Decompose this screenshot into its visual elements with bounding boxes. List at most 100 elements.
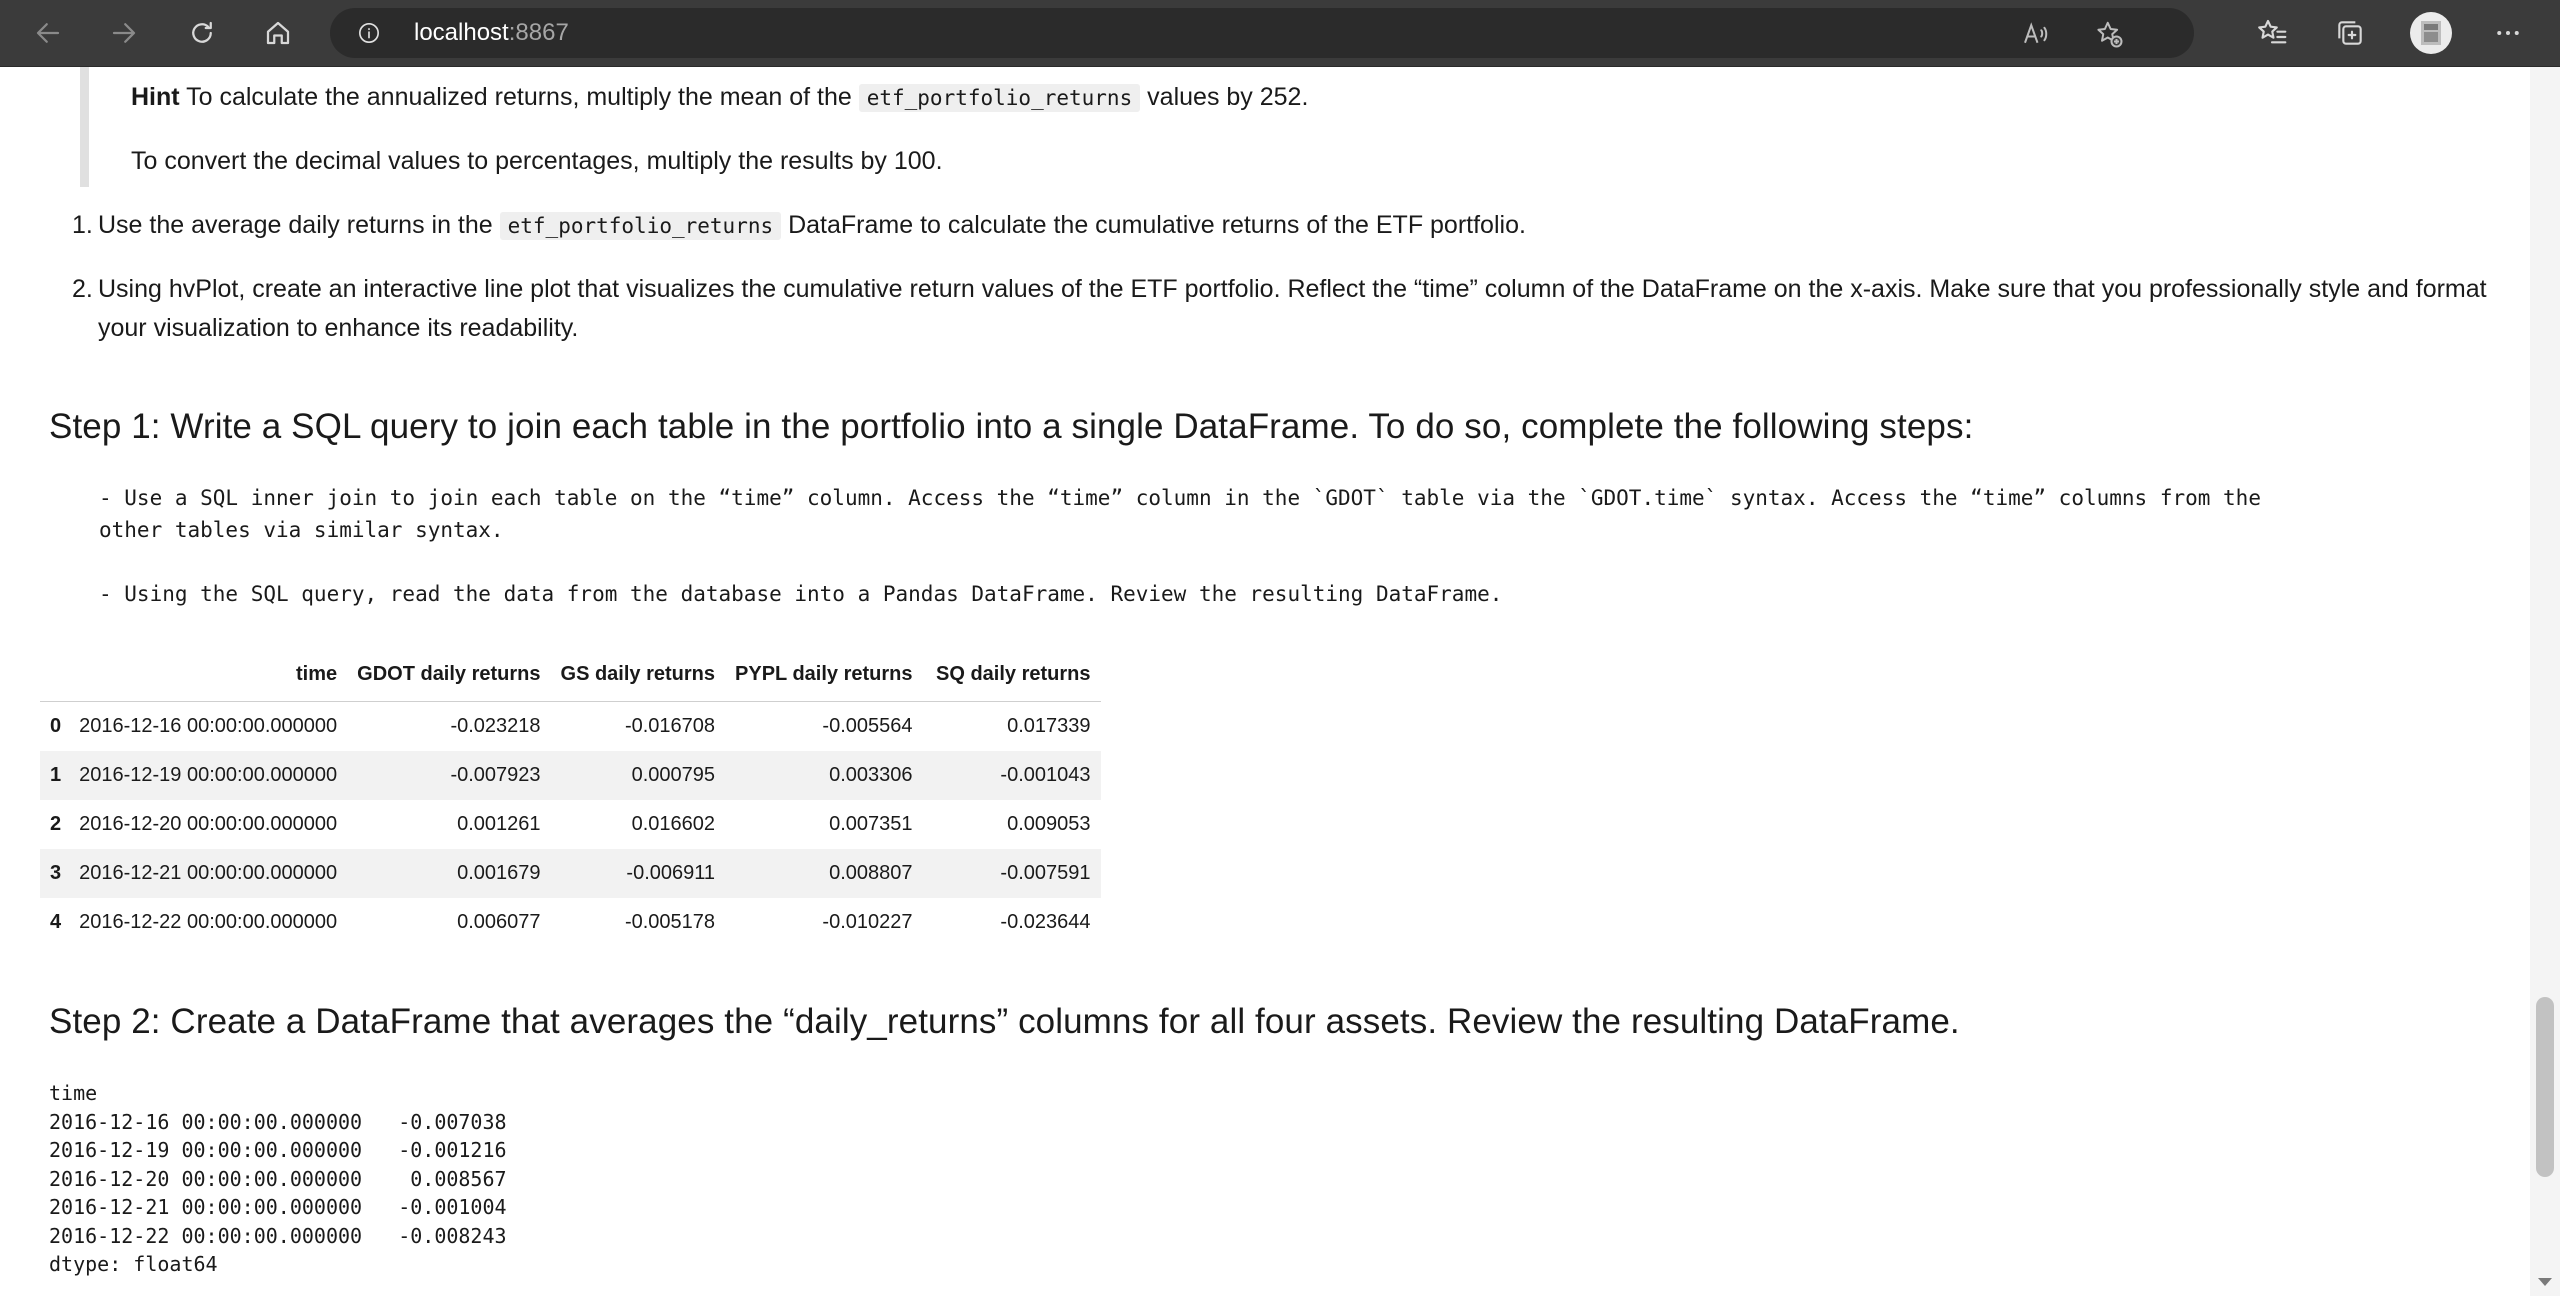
table-header: PYPL daily returns: [725, 647, 923, 702]
step1-heading: Step 1: Write a SQL query to join each t…: [49, 407, 1974, 446]
list-item-1-code: etf_portfolio_returns: [499, 212, 782, 240]
table-cell: -0.023644: [1000, 911, 1091, 933]
table-cell: 2016-12-20 00:00:00.000000: [79, 813, 338, 835]
table-cell: 0.016602: [631, 813, 716, 835]
table-cell: -0.005564: [822, 715, 913, 737]
step2-heading: Step 2: Create a DataFrame that averages…: [49, 1002, 1960, 1041]
home-icon: [266, 21, 290, 45]
table-cell: 2016-12-16 00:00:00.000000: [79, 715, 338, 737]
page-scrollbar[interactable]: [2530, 67, 2560, 1296]
table-cell: 0.008807: [829, 862, 913, 884]
collections-icon: [2338, 21, 2362, 45]
table-header: [40, 647, 70, 702]
row-index: 1: [50, 764, 62, 786]
table-cell: -0.016708: [624, 715, 716, 737]
table-cell: 0.001679: [457, 862, 541, 884]
table-row: 3 2016-12-21 00:00:00.000000 0.001679 -0…: [40, 849, 1101, 898]
scroll-down-arrow[interactable]: [2538, 1278, 2552, 1286]
table-cell: -0.010227: [822, 911, 913, 933]
url-host: localhost: [414, 19, 509, 46]
series-line: dtype: float64: [49, 1252, 218, 1276]
row-index: 2: [50, 813, 62, 835]
step1-bullet-1-line-2: other tables via similar syntax.: [99, 518, 504, 542]
series-output: time 2016-12-16 00:00:00.000000 -0.007038…: [49, 1079, 507, 1279]
table-cell: 0.007351: [829, 813, 913, 835]
favorites-icon: [2258, 19, 2287, 44]
profile-avatar[interactable]: [2410, 12, 2452, 54]
list-number-2: 2.: [72, 275, 93, 303]
browser-toolbar: localhost:8867: [0, 0, 2560, 67]
table-row: 2 2016-12-20 00:00:00.000000 0.001261 0.…: [40, 800, 1101, 849]
dataframe-table: time GDOT daily returns GS daily returns…: [40, 647, 1101, 947]
read-aloud-icon: [2024, 22, 2048, 44]
back-button[interactable]: [28, 13, 68, 53]
table-cell: 2016-12-21 00:00:00.000000: [79, 862, 338, 884]
info-icon[interactable]: [358, 22, 380, 44]
list-item-1-text: Use the average daily returns in the: [98, 211, 500, 239]
list-number-1: 1.: [72, 211, 93, 239]
hint-line-2: To convert the decimal values to percent…: [131, 147, 943, 175]
list-item-1: Use the average daily returns in the etf…: [98, 206, 1526, 245]
arrow-right-icon: [112, 23, 136, 43]
table-header: time: [69, 647, 348, 702]
table-cell: 0.001261: [457, 813, 541, 835]
read-aloud-button[interactable]: [2018, 17, 2052, 51]
favorites-button[interactable]: [2252, 13, 2292, 53]
table-header: GDOT daily returns: [347, 647, 551, 702]
list-item-2-line-2: your visualization to enhance its readab…: [98, 314, 579, 342]
add-favorite-button[interactable]: [2092, 17, 2126, 51]
row-index: 4: [50, 911, 62, 933]
series-line: 2016-12-16 00:00:00.000000 -0.007038: [49, 1109, 507, 1134]
series-line: time: [49, 1081, 98, 1105]
table-header-row: time GDOT daily returns GS daily returns…: [40, 647, 1101, 702]
refresh-button[interactable]: [182, 13, 222, 53]
table-row: 1 2016-12-19 00:00:00.000000 -0.007923 0…: [40, 751, 1101, 800]
notebook-page: Hint To calculate the annualized returns…: [0, 67, 2530, 1296]
table-cell: 0.017339: [1007, 715, 1091, 737]
url-text: localhost:8867: [414, 19, 569, 47]
row-index: 3: [50, 862, 62, 884]
table-header: GS daily returns: [550, 647, 726, 702]
table-cell: -0.005178: [624, 911, 716, 933]
list-item-2-line-1: Using hvPlot, create an interactive line…: [98, 275, 2487, 303]
star-plus-icon: [2097, 21, 2123, 48]
table-cell: 0.003306: [829, 764, 913, 786]
series-line: 2016-12-20 00:00:00.000000 0.008567: [49, 1166, 507, 1191]
hint-line-1: Hint To calculate the annualized returns…: [131, 78, 1308, 117]
table-cell: 2016-12-19 00:00:00.000000: [79, 764, 338, 786]
table-header: SQ daily returns: [922, 647, 1101, 702]
list-item-1-text-after: DataFrame to calculate the cumulative re…: [781, 211, 1526, 239]
refresh-icon: [192, 21, 212, 43]
scrollbar-thumb[interactable]: [2536, 997, 2554, 1177]
forward-button[interactable]: [104, 13, 144, 53]
settings-more-button[interactable]: [2488, 13, 2528, 53]
avatar-image: [2421, 21, 2441, 45]
table-cell: 0.000795: [631, 764, 716, 786]
address-bar[interactable]: localhost:8867: [330, 8, 2194, 58]
table-cell: -0.007591: [1000, 862, 1091, 884]
row-index: 0: [50, 715, 62, 737]
table-row: 4 2016-12-22 00:00:00.000000 0.006077 -0…: [40, 898, 1101, 947]
hint-text: To calculate the annualized returns, mul…: [179, 83, 859, 111]
series-line: 2016-12-22 00:00:00.000000 -0.008243: [49, 1223, 507, 1248]
table-cell: -0.007923: [450, 764, 541, 786]
hint-label: Hint: [131, 83, 180, 111]
home-button[interactable]: [258, 13, 298, 53]
arrow-left-icon: [36, 23, 60, 43]
table-cell: -0.006911: [626, 862, 716, 884]
collections-button[interactable]: [2330, 13, 2370, 53]
table-cell: 0.009053: [1007, 813, 1091, 835]
series-line: 2016-12-19 00:00:00.000000 -0.001216: [49, 1138, 507, 1162]
step1-bullet-2: - Using the SQL query, read the data fro…: [99, 582, 1503, 606]
hint-text-after: values by 252.: [1140, 83, 1309, 111]
url-port: :8867: [508, 19, 569, 46]
step1-bullet-1-line-1: - Use a SQL inner join to join each tabl…: [99, 486, 2261, 510]
table-cell: 2016-12-22 00:00:00.000000: [79, 911, 338, 933]
series-line: 2016-12-21 00:00:00.000000 -0.001004: [49, 1195, 507, 1219]
table-cell: -0.001043: [1000, 764, 1091, 786]
more-icon: [2497, 31, 2519, 35]
table-row: 0 2016-12-16 00:00:00.000000 -0.023218 -…: [40, 702, 1101, 752]
table-cell: 0.006077: [457, 911, 541, 933]
hint-code: etf_portfolio_returns: [858, 84, 1141, 112]
table-cell: -0.023218: [450, 715, 541, 737]
